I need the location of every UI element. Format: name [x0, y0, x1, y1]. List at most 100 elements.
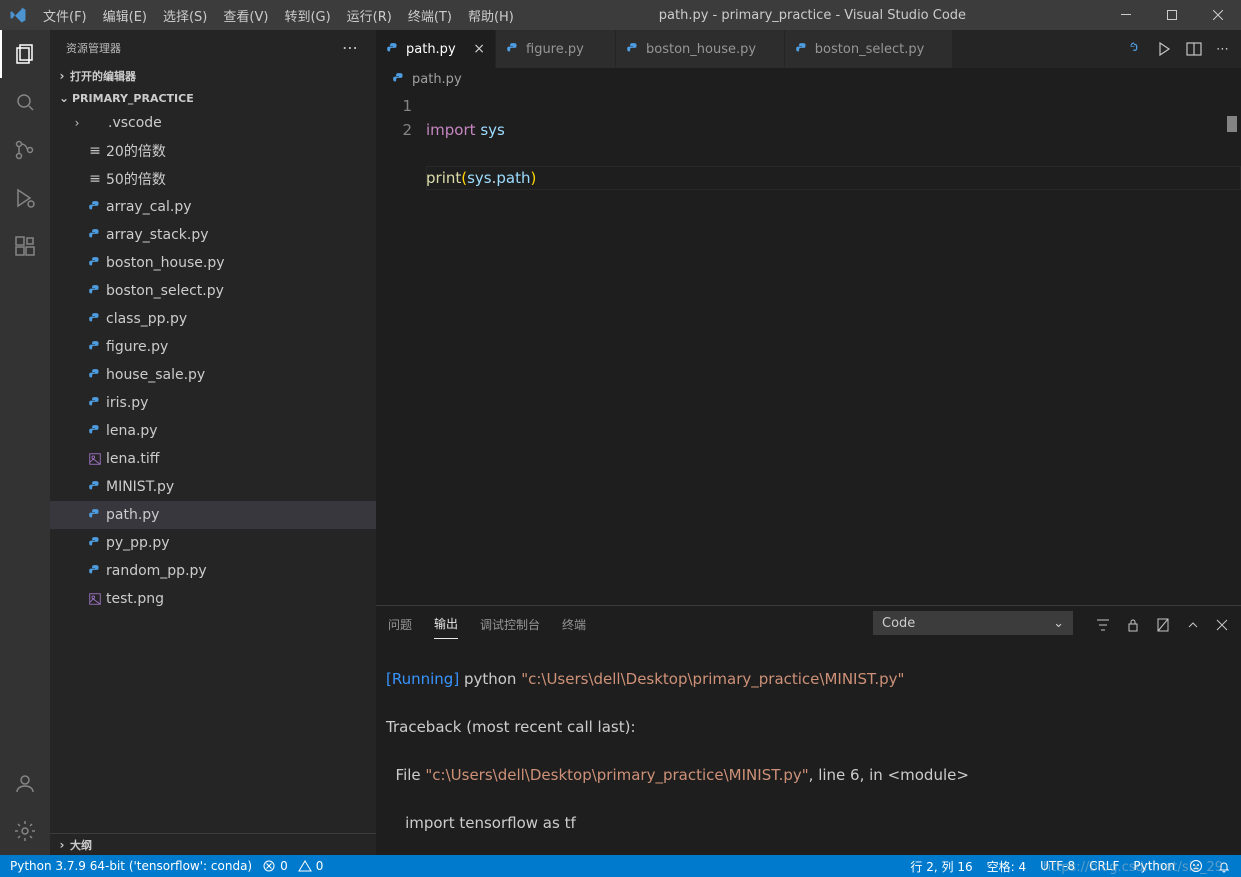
editor-group: path.py×figure.py×boston_house.py×boston… — [376, 30, 1241, 855]
minimap[interactable] — [1161, 90, 1241, 605]
file-tree-item[interactable]: ≡20的倍数 — [50, 137, 376, 165]
file-label: class_pp.py — [106, 311, 187, 327]
python-file-icon — [795, 42, 809, 56]
status-feedback-icon[interactable] — [1189, 858, 1203, 875]
file-label: figure.py — [106, 339, 168, 355]
file-tree-item[interactable]: ›.vscode — [50, 109, 376, 137]
file-label: path.py — [106, 507, 159, 523]
file-tree-item[interactable]: lena.py — [50, 417, 376, 445]
section-outline-label: 大纲 — [70, 837, 92, 853]
panel-collapse-icon[interactable] — [1185, 617, 1201, 633]
output-channel-select[interactable]: Code ⌄ — [873, 611, 1073, 635]
file-tree-item[interactable]: class_pp.py — [50, 305, 376, 333]
sidebar-explorer: 资源管理器 ⋯ › 打开的编辑器 ⌄ PRIMARY_PRACTICE ›.vs… — [50, 30, 376, 855]
panel-tab-terminal[interactable]: 终端 — [562, 616, 586, 639]
file-tree-item[interactable]: array_cal.py — [50, 193, 376, 221]
editor-tabs: path.py×figure.py×boston_house.py×boston… — [376, 30, 1241, 68]
status-encoding[interactable]: UTF-8 — [1040, 858, 1075, 875]
file-tree-item[interactable]: ≡50的倍数 — [50, 165, 376, 193]
file-label: lena.tiff — [106, 451, 159, 467]
editor-tab[interactable]: figure.py× — [496, 30, 616, 68]
file-tree-item[interactable]: boston_house.py — [50, 249, 376, 277]
panel-close-icon[interactable] — [1215, 618, 1229, 632]
status-bell-icon[interactable] — [1217, 858, 1231, 875]
status-line-col[interactable]: 行 2, 列 16 — [910, 858, 972, 875]
file-label: .vscode — [108, 115, 162, 131]
file-tree-item[interactable]: house_sale.py — [50, 361, 376, 389]
run-button-icon[interactable] — [1156, 41, 1172, 57]
activity-run-icon[interactable] — [0, 174, 50, 222]
status-language[interactable]: Python — [1133, 858, 1175, 875]
file-label: py_pp.py — [106, 535, 170, 551]
editor-tab[interactable]: path.py× — [376, 30, 496, 68]
panel-tab-problems[interactable]: 问题 — [388, 616, 412, 639]
output-lock-icon[interactable] — [1125, 617, 1141, 633]
activity-explorer-icon[interactable] — [0, 30, 50, 78]
tab-close-icon[interactable]: × — [473, 41, 485, 57]
activity-settings-icon[interactable] — [0, 807, 50, 855]
file-tree-item[interactable]: iris.py — [50, 389, 376, 417]
file-label: array_cal.py — [106, 199, 192, 215]
file-tree-item[interactable]: py_pp.py — [50, 529, 376, 557]
activity-scm-icon[interactable] — [0, 126, 50, 174]
file-tree-item[interactable]: array_stack.py — [50, 221, 376, 249]
output-filter-icon[interactable] — [1095, 617, 1111, 633]
window-close-button[interactable] — [1195, 0, 1241, 30]
status-spaces[interactable]: 空格: 4 — [987, 858, 1027, 875]
status-errors[interactable]: 0 — [262, 859, 288, 873]
status-eol[interactable]: CRLF — [1089, 858, 1119, 875]
split-editor-icon[interactable] — [1186, 41, 1202, 57]
file-tree-item[interactable]: path.py — [50, 501, 376, 529]
activity-account-icon[interactable] — [0, 759, 50, 807]
project-name: PRIMARY_PRACTICE — [72, 92, 194, 105]
bottom-panel: 问题 输出 调试控制台 终端 Code ⌄ [Running] python "… — [376, 605, 1241, 855]
status-python-env[interactable]: Python 3.7.9 64-bit ('tensorflow': conda… — [10, 859, 252, 873]
menu-edit[interactable]: 编辑(E) — [95, 0, 155, 30]
editor-tab[interactable]: boston_select.py× — [785, 30, 953, 68]
breadcrumbs[interactable]: path.py — [376, 68, 1241, 90]
file-tree-item[interactable]: random_pp.py — [50, 557, 376, 585]
sidebar-more-icon[interactable]: ⋯ — [342, 38, 360, 57]
output-clear-icon[interactable] — [1155, 617, 1171, 633]
file-tree-item[interactable]: test.png — [50, 585, 376, 613]
activity-bar — [0, 30, 50, 855]
tab-label: boston_house.py — [646, 42, 756, 57]
menu-view[interactable]: 查看(V) — [215, 0, 276, 30]
line-gutter: 1 2 — [376, 90, 426, 605]
panel-tab-debug[interactable]: 调试控制台 — [480, 616, 540, 639]
window-maximize-button[interactable] — [1149, 0, 1195, 30]
file-tree-item[interactable]: figure.py — [50, 333, 376, 361]
file-tree-item[interactable]: lena.tiff — [50, 445, 376, 473]
file-label: array_stack.py — [106, 227, 209, 243]
run-python-icon[interactable] — [1126, 41, 1142, 57]
menu-selection[interactable]: 选择(S) — [155, 0, 215, 30]
file-label: house_sale.py — [106, 367, 205, 383]
file-tree-item[interactable]: MINIST.py — [50, 473, 376, 501]
menu-go[interactable]: 转到(G) — [276, 0, 338, 30]
chevron-right-icon: › — [54, 838, 70, 852]
section-open-editors[interactable]: › 打开的编辑器 — [50, 65, 376, 87]
section-outline[interactable]: › 大纲 — [50, 833, 376, 855]
menu-terminal[interactable]: 终端(T) — [400, 0, 460, 30]
section-project[interactable]: ⌄ PRIMARY_PRACTICE — [50, 87, 376, 109]
file-label: random_pp.py — [106, 563, 207, 579]
code-editor[interactable]: 1 2 import sys print(sys.path) — [376, 90, 1241, 605]
menu-help[interactable]: 帮助(H) — [460, 0, 522, 30]
menu-file[interactable]: 文件(F) — [35, 0, 95, 30]
menu-run[interactable]: 运行(R) — [339, 0, 400, 30]
activity-search-icon[interactable] — [0, 78, 50, 126]
status-warnings[interactable]: 0 — [298, 859, 324, 873]
panel-tab-output[interactable]: 输出 — [434, 615, 458, 639]
activity-extensions-icon[interactable] — [0, 222, 50, 270]
file-label: boston_select.py — [106, 283, 224, 299]
python-file-icon — [392, 72, 406, 86]
output-body[interactable]: [Running] python "c:\Users\dell\Desktop\… — [376, 639, 1241, 855]
output-channel-label: Code — [882, 616, 915, 631]
window-title: path.py - primary_practice - Visual Stud… — [522, 8, 1103, 23]
editor-tab[interactable]: boston_house.py× — [616, 30, 785, 68]
breadcrumb-file: path.py — [412, 72, 462, 87]
file-tree-item[interactable]: boston_select.py — [50, 277, 376, 305]
window-minimize-button[interactable] — [1103, 0, 1149, 30]
title-bar: 文件(F) 编辑(E) 选择(S) 查看(V) 转到(G) 运行(R) 终端(T… — [0, 0, 1241, 30]
editor-more-icon[interactable]: ⋯ — [1216, 42, 1231, 57]
